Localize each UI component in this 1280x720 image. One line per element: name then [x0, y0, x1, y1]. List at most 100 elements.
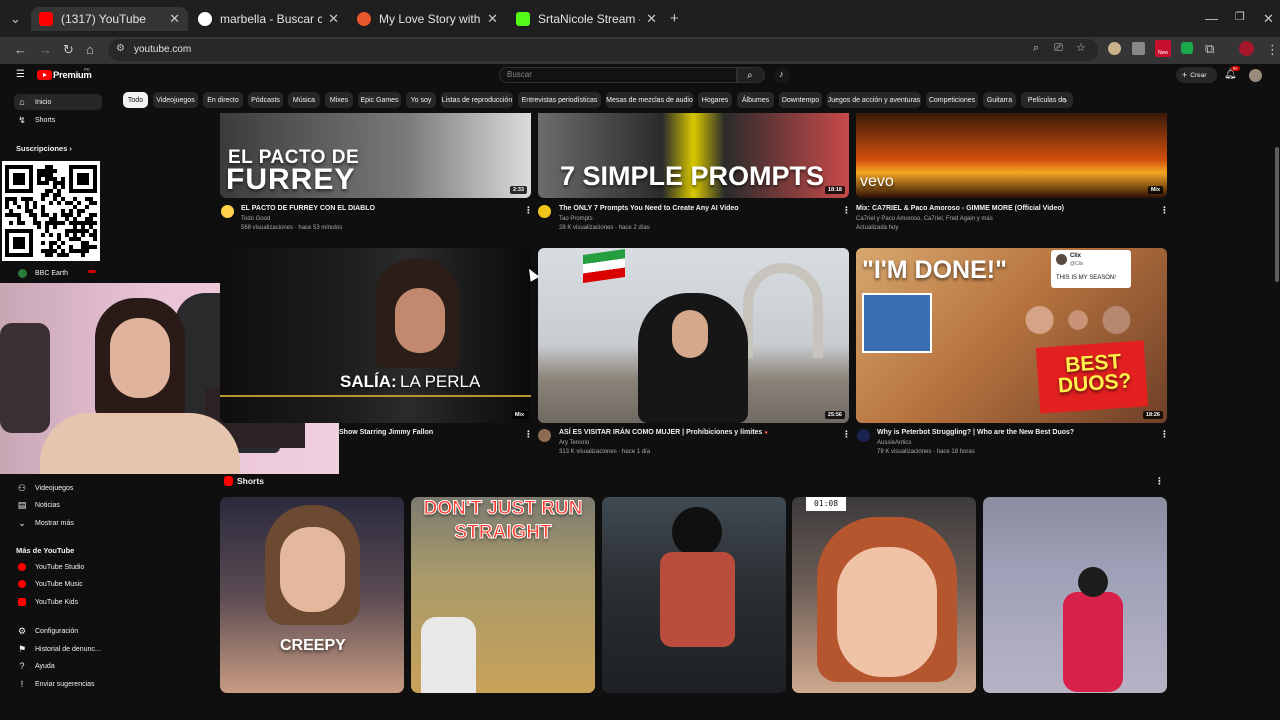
sidebar-item-youtube-studio[interactable]: YouTube Studio [14, 559, 102, 575]
channel-avatar[interactable] [538, 205, 551, 218]
chip-15[interactable]: Competiciones [926, 92, 978, 108]
video-title[interactable]: ASÍ ES VISITAR IRÁN COMO MUJER | Prohibi… [559, 429, 768, 436]
chip-7[interactable]: Yo soy [406, 92, 436, 108]
short-card[interactable]: 01:08 [792, 497, 976, 693]
site-info-icon[interactable]: ⚙ [116, 44, 125, 54]
restore-icon[interactable]: ❐ [1235, 12, 1245, 23]
chip-16[interactable]: Guitarra [983, 92, 1016, 108]
tab-crunchyroll[interactable]: My Love Story with Yamada-ku ✕ [349, 7, 506, 31]
create-button[interactable]: + Crear [1176, 67, 1217, 83]
channel-avatar[interactable] [538, 429, 551, 442]
sidebar-item-show-more[interactable]: ⌄ Mostrar más [14, 515, 102, 531]
close-icon[interactable]: ✕ [487, 11, 498, 27]
more-actions-icon[interactable]: ⋮ [842, 205, 851, 216]
shorts-more-icon[interactable]: ⋮ [1155, 476, 1164, 487]
more-actions-icon[interactable]: ⋮ [842, 429, 851, 440]
sidebar-item-gaming[interactable]: ⚇ Videojuegos [14, 480, 102, 496]
tab-google[interactable]: marbella - Buscar con Google ✕ [190, 7, 347, 31]
sidebar-item-home[interactable]: ⌂ Inicio [14, 94, 102, 110]
profile-avatar[interactable] [1239, 41, 1254, 56]
youtube-logo-icon[interactable] [37, 70, 52, 80]
tab-kick[interactable]: SrtaNicole Stream - Watch Live ✕ [508, 7, 665, 31]
extension-icon[interactable] [1108, 42, 1121, 55]
bookmark-star-icon[interactable]: ☆ [1076, 43, 1086, 54]
more-actions-icon[interactable]: ⋮ [524, 429, 533, 440]
extension-icon[interactable] [1132, 42, 1145, 55]
chip-12[interactable]: Álbumes [737, 92, 774, 108]
video-thumbnail[interactable]: 7 SIMPLE PROMPTS 18:18 [538, 113, 849, 198]
back-icon[interactable]: ← [14, 43, 27, 56]
video-title[interactable]: Mix: CA7RIEL & Paco Amoroso - GIMME MORE… [856, 205, 1064, 212]
sidebar-item-youtube-music[interactable]: YouTube Music [14, 576, 102, 592]
sidebar-item-shorts[interactable]: ↯ Shorts [14, 112, 102, 128]
channel-avatar[interactable] [221, 205, 234, 218]
chip-6[interactable]: Epic Games [358, 92, 401, 108]
extension-icon[interactable] [1181, 42, 1193, 54]
chip-4[interactable]: Música [288, 92, 320, 108]
chip-1[interactable]: Videojuegos [153, 92, 198, 108]
video-thumbnail[interactable]: 25:56 [538, 248, 849, 423]
chip-9[interactable]: Entrevistas periodísticas [518, 92, 601, 108]
more-actions-icon[interactable]: ⋮ [1160, 205, 1169, 216]
address-bar[interactable]: ⚙ youtube.com ⌕ ⎚ ☆ [108, 39, 1098, 61]
video-title[interactable]: Show Starring Jimmy Fallon [339, 429, 433, 436]
minimize-icon[interactable]: — [1205, 12, 1218, 25]
sidebar-item-youtube-kids[interactable]: YouTube Kids [14, 594, 102, 610]
tab-youtube[interactable]: (1317) YouTube ✕ [31, 7, 188, 31]
sidebar-item-news[interactable]: ▤ Noticias [14, 497, 102, 513]
scrollbar-thumb[interactable] [1275, 147, 1279, 282]
video-title[interactable]: The ONLY 7 Prompts You Need to Create An… [559, 205, 739, 212]
sidebar-item-feedback[interactable]: ! Enviar sugerencias [14, 676, 102, 692]
tab-search-icon[interactable]: ⌄ [10, 12, 21, 25]
home-icon[interactable]: ⌂ [86, 43, 94, 56]
video-title[interactable]: EL PACTO DE FURREY CON EL DIABLO [241, 205, 375, 212]
close-window-icon[interactable]: ✕ [1263, 12, 1274, 25]
video-thumbnail[interactable]: EL PACTO DE FURREY 2:33 [220, 113, 531, 198]
sidebar-item-settings[interactable]: ⚙ Configuración [14, 623, 102, 639]
more-actions-icon[interactable]: ⋮ [524, 205, 533, 216]
channel-avatar[interactable] [857, 429, 870, 442]
hamburger-menu-icon[interactable]: ☰ [16, 70, 25, 80]
chip-8[interactable]: Listas de reproducción [441, 92, 513, 108]
tweet-card: Clix @Clix THIS IS MY SEASON! [1051, 250, 1131, 288]
chip-3[interactable]: Pódcasts [248, 92, 283, 108]
cast-icon[interactable]: ⎚ [1054, 43, 1063, 54]
video-title[interactable]: Why is Peterbot Struggling? | Who are th… [877, 429, 1074, 436]
video-thumbnail[interactable]: vevo Mix [856, 113, 1167, 198]
chevron-right-icon[interactable]: › [1064, 95, 1067, 105]
chip-13[interactable]: Downtempo [779, 92, 822, 108]
forward-icon[interactable]: → [39, 43, 52, 56]
extensions-puzzle-icon[interactable]: ⧉ [1205, 42, 1214, 55]
close-icon[interactable]: ✕ [328, 11, 339, 27]
close-icon[interactable]: ✕ [169, 11, 180, 27]
chip-11[interactable]: Hogares [698, 92, 732, 108]
video-thumbnail[interactable]: "I'M DONE!" Clix @Clix THIS IS MY SEASON… [856, 248, 1167, 423]
short-card[interactable] [983, 497, 1167, 693]
close-icon[interactable]: ✕ [646, 11, 657, 27]
extension-new-badge[interactable]: New [1155, 40, 1171, 57]
chip-5[interactable]: Mixes [325, 92, 353, 108]
search-input[interactable]: Buscar [499, 67, 737, 83]
sidebar-item-bbc-earth[interactable]: BBC Earth [14, 265, 102, 281]
reload-icon[interactable]: ↻ [63, 43, 74, 56]
sidebar-item-report-history[interactable]: ⚑ Historial de denunc... [14, 641, 102, 657]
chip-14[interactable]: Juegos de acción y aventuras [827, 92, 921, 108]
notifications-bell-icon[interactable]: 🔔︎ [1224, 70, 1237, 80]
short-timestamp: 01:08 [806, 497, 846, 511]
short-card[interactable]: DON'T JUST RUN STRAIGHT [411, 497, 595, 693]
chip-2[interactable]: En directo [203, 92, 243, 108]
chip-10[interactable]: Mesas de mezclas de audio [606, 92, 693, 108]
short-card[interactable] [602, 497, 786, 693]
more-actions-icon[interactable]: ⋮ [1160, 429, 1169, 440]
video-thumbnail[interactable]: SALÍA: LA PERLA Mix [220, 248, 531, 423]
voice-search-button[interactable]: ♪ [774, 67, 790, 83]
chip-0[interactable]: Todo [123, 92, 148, 108]
menu-kebab-icon[interactable]: ⋮ [1266, 43, 1279, 56]
new-tab-button[interactable]: + [670, 11, 679, 26]
subscriptions-heading[interactable]: Suscripciones › [16, 144, 72, 153]
account-avatar[interactable] [1249, 69, 1262, 82]
short-card[interactable]: CREEPY [220, 497, 404, 693]
search-button[interactable]: ⌕ [737, 67, 765, 83]
zoom-icon[interactable]: ⌕ [1033, 43, 1039, 54]
sidebar-item-help[interactable]: ? Ayuda [14, 658, 102, 674]
